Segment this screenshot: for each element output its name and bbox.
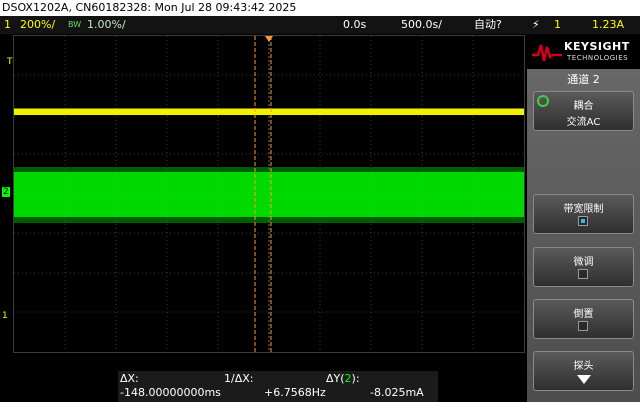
- softkey-invert[interactable]: 倒置: [533, 299, 634, 339]
- dy-value: -8.025mA: [370, 386, 424, 399]
- dy-channel: 2: [344, 372, 352, 385]
- waveform-canvas: [14, 36, 524, 352]
- dy-label: ΔY(2):: [326, 372, 360, 385]
- scope-status-bar: 1 200%/ BW 1.00%/ 0.0s 500.0s/ 自动? ⚡ 1 1…: [0, 16, 640, 34]
- ch1-ground-marker[interactable]: 1: [2, 311, 8, 321]
- softkey-coupling-label: 耦合: [573, 101, 594, 112]
- dx-value: -148.00000000ms: [120, 386, 221, 399]
- waveform-display[interactable]: [13, 35, 525, 353]
- softkey-fine-label: 微调: [573, 257, 594, 268]
- softkey-bw-limit-label: 带宽限制: [563, 204, 604, 215]
- screenshot-title-bar: DSOX1202A, CN60182328: Mon Jul 28 09:43:…: [0, 0, 640, 16]
- time-scale[interactable]: 500.0s/: [401, 16, 442, 34]
- dx-label: ΔX:: [120, 372, 139, 385]
- trigger-level[interactable]: 1.23A: [592, 16, 624, 34]
- keysight-wave-icon: [532, 44, 562, 62]
- ch1-trace: [14, 109, 524, 115]
- bw-limit-icon: BW: [68, 20, 82, 29]
- ch1-number[interactable]: 1: [4, 16, 11, 34]
- softkey-coupling-value: 交流AC: [566, 117, 601, 128]
- softkey-probe[interactable]: 探头: [533, 351, 634, 391]
- inv-dx-label: 1/ΔX:: [224, 372, 254, 385]
- screenshot-title: DSOX1202A, CN60182328: Mon Jul 28 09:43:…: [2, 1, 297, 14]
- trigger-mode[interactable]: 自动?: [474, 16, 502, 34]
- down-arrow-icon: [577, 375, 591, 384]
- softkey-invert-label: 倒置: [573, 309, 594, 320]
- ch1-scale[interactable]: 200%/: [20, 16, 55, 34]
- softkey-bw-limit[interactable]: 带宽限制: [533, 194, 634, 234]
- brand-subtitle: TECHNOLOGIES: [567, 54, 629, 62]
- trigger-source[interactable]: 1: [554, 16, 561, 34]
- brand-name: KEYSIGHT: [564, 40, 630, 53]
- softkey-fine[interactable]: 微调: [533, 247, 634, 287]
- trigger-position-icon[interactable]: [265, 36, 273, 42]
- inv-dx-value: +6.7568Hz: [264, 386, 326, 399]
- fine-checkbox[interactable]: [578, 269, 588, 279]
- softkey-probe-label: 探头: [573, 361, 594, 372]
- ch2-trace: [14, 167, 524, 223]
- ch2-scale[interactable]: 1.00%/: [87, 16, 126, 34]
- menu-title: 通道 2: [567, 73, 600, 86]
- bw-limit-checkbox[interactable]: [578, 216, 588, 226]
- keysight-logo: KEYSIGHT TECHNOLOGIES: [527, 35, 640, 69]
- time-delay[interactable]: 0.0s: [343, 16, 366, 34]
- ch2-ground-marker[interactable]: 2: [2, 187, 10, 197]
- cursor-measurements: ΔX: -148.00000000ms 1/ΔX: +6.7568Hz ΔY(2…: [118, 371, 438, 402]
- trigger-edge-icon: ⚡: [532, 18, 540, 31]
- softkey-coupling[interactable]: 耦合 交流AC: [533, 91, 634, 131]
- trigger-marker[interactable]: T: [7, 57, 13, 67]
- softkey-panel: KEYSIGHT TECHNOLOGIES 通道 2 耦合 交流AC 带宽限制 …: [527, 35, 640, 402]
- invert-checkbox[interactable]: [578, 321, 588, 331]
